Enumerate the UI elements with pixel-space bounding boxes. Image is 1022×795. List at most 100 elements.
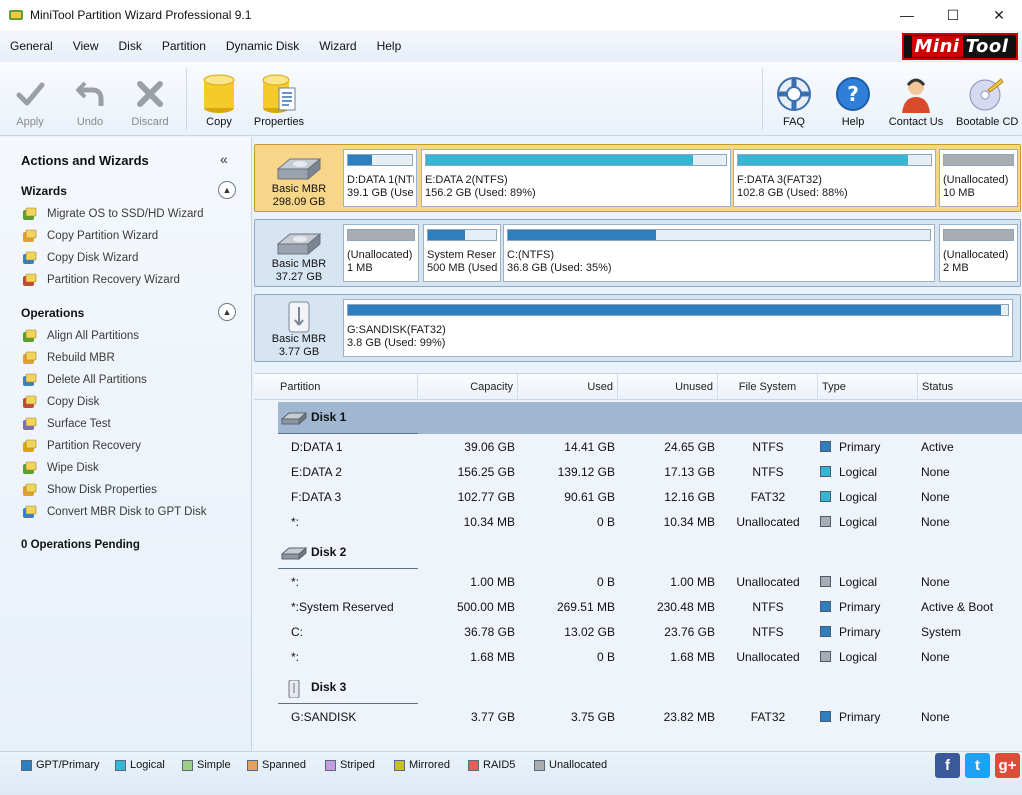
operation-item[interactable]: Wipe Disk (21, 458, 99, 478)
twitter-glyph: t (975, 757, 980, 774)
disk-map-partition[interactable]: E:DATA 2(NTFS) 156.2 GB (Used: 89%) (421, 149, 731, 207)
operation-item[interactable]: Delete All Partitions (21, 370, 147, 390)
wizard-item[interactable]: Migrate OS to SSD/HD Wizard (21, 204, 204, 224)
col-file-system[interactable]: File System (718, 374, 818, 400)
menu-disk[interactable]: Disk (109, 30, 152, 62)
disk-group-row[interactable]: Disk 2 (278, 537, 1022, 569)
disk-map-row[interactable]: Basic MBR 298.09 GB D:DATA 1(NTF 39.1 GB (U… (254, 144, 1021, 212)
help-button[interactable]: ? Help (823, 66, 883, 132)
wizard-item[interactable]: Partition Recovery Wizard (21, 270, 180, 290)
table-row[interactable]: C: 36.78 GB 13.02 GB 23.76 GB NTFS Primary Sys… (254, 620, 1022, 645)
cell-status: None (921, 710, 950, 724)
partition-name: F:DATA 3(FAT32) (737, 174, 822, 186)
disk-map-partition[interactable]: F:DATA 3(FAT32) 102.8 GB (Used: 88%) (733, 149, 936, 207)
partition-usage-text: 500 MB (Used: (427, 262, 498, 274)
operation-item[interactable]: Convert MBR Disk to GPT Disk (21, 502, 207, 522)
table-row[interactable]: E:DATA 2 156.25 GB 139.12 GB 17.13 GB NTFS Lo… (254, 460, 1022, 485)
undo-button[interactable]: Undo (60, 66, 120, 132)
col-unused[interactable]: Unused (618, 374, 718, 400)
cell-type-label: Logical (839, 575, 878, 589)
facebook-icon[interactable]: f (935, 753, 960, 778)
cell-unused: 17.13 GB (664, 465, 715, 479)
col-partition[interactable]: Partition (254, 374, 418, 400)
disk-map-partition[interactable]: (Unallocated) 10 MB (939, 149, 1018, 207)
legend-item: GPT/Primary (21, 759, 100, 771)
table-row[interactable]: F:DATA 3 102.77 GB 90.61 GB 12.16 GB FAT32 Lo… (254, 485, 1022, 510)
table-row[interactable]: D:DATA 1 39.06 GB 14.41 GB 24.65 GB NTFS Prim… (254, 435, 1022, 460)
disk-map-header[interactable]: Basic MBR 37.27 GB (257, 222, 341, 284)
operation-item[interactable]: Surface Test (21, 414, 111, 434)
col-status[interactable]: Status (918, 374, 1022, 400)
partition-usage-text: 102.8 GB (Used: 88%) (737, 187, 848, 199)
table-row[interactable]: G:SANDISK 3.77 GB 3.75 GB 23.82 MB FAT32 Prim… (254, 705, 1022, 730)
menu-bar: General View Disk Partition Dynamic Disk… (0, 30, 1022, 62)
disk-map-type: Basic MBR (271, 258, 327, 270)
toolbar-separator (762, 68, 763, 130)
disk-map-partition[interactable]: System Reser 500 MB (Used: (423, 224, 501, 282)
disk-map-row[interactable]: Basic MBR 37.27 GB (Unallocated) 1 MB System… (254, 219, 1021, 287)
menu-partition[interactable]: Partition (152, 30, 216, 62)
copy-button[interactable]: Copy (189, 66, 249, 132)
operation-item-label: Show Disk Properties (47, 484, 157, 496)
logo-part-tool: Tool (965, 36, 1009, 57)
collapse-panel-button[interactable]: « (220, 151, 228, 167)
contact-us-button[interactable]: Contact Us (886, 66, 946, 132)
operation-item[interactable]: Rebuild MBR (21, 348, 115, 368)
window-title: MiniTool Partition Wizard Professional 9… (30, 8, 252, 22)
properties-button[interactable]: Properties (249, 66, 309, 132)
apply-button[interactable]: Apply (0, 66, 60, 132)
wizard-item[interactable]: Copy Disk Wizard (21, 248, 138, 268)
wizard-item[interactable]: Copy Partition Wizard (21, 226, 158, 246)
faq-button[interactable]: FAQ (764, 66, 824, 132)
disk-map-header[interactable]: Basic MBR 298.09 GB (257, 147, 341, 209)
partition-type-swatch (820, 601, 831, 612)
disk-map-partition[interactable]: (Unallocated) 2 MB (939, 224, 1018, 282)
menu-dynamic-disk[interactable]: Dynamic Disk (216, 30, 309, 62)
google-plus-icon[interactable]: g+ (995, 753, 1020, 778)
partition-usage-bar (943, 154, 1014, 166)
wizard-item-icon (21, 228, 37, 244)
operation-item[interactable]: Show Disk Properties (21, 480, 157, 500)
discard-button[interactable]: Discard (120, 66, 180, 132)
menu-general[interactable]: General (0, 30, 63, 62)
disk-group-row[interactable]: Disk 3 (278, 672, 1022, 704)
legend-swatch (468, 759, 479, 771)
table-row[interactable]: *:System Reserved 500.00 MB 269.51 MB 230.4… (254, 595, 1022, 620)
disk-group-row[interactable]: Disk 1 (278, 402, 1022, 434)
disk-group-label: Disk 3 (311, 680, 347, 694)
disk-map-partition[interactable]: (Unallocated) 1 MB (343, 224, 419, 282)
operation-item[interactable]: Align All Partitions (21, 326, 139, 346)
bootable-cd-button[interactable]: Bootable CD (956, 66, 1018, 132)
toolbar-separator (186, 68, 187, 130)
menu-help[interactable]: Help (367, 30, 412, 62)
col-type[interactable]: Type (818, 374, 918, 400)
col-used[interactable]: Used (518, 374, 618, 400)
col-capacity[interactable]: Capacity (418, 374, 518, 400)
legend-item: RAID5 (468, 759, 515, 771)
disk-map-row[interactable]: Basic MBR 3.77 GB G:SANDISK(FAT32) 3.8 GB (… (254, 294, 1021, 362)
table-row[interactable]: *: 10.34 MB 0 B 10.34 MB Unallocated Logical N… (254, 510, 1022, 535)
table-row[interactable]: *: 1.68 MB 0 B 1.68 MB Unallocated Logical Non… (254, 645, 1022, 670)
disk-map-partition[interactable]: C:(NTFS) 36.8 GB (Used: 35%) (503, 224, 935, 282)
disk-map-partition[interactable]: D:DATA 1(NTF 39.1 GB (Usec (343, 149, 417, 207)
disk-map-partition[interactable]: G:SANDISK(FAT32) 3.8 GB (Used: 99%) (343, 299, 1013, 357)
operation-item[interactable]: Partition Recovery (21, 436, 141, 456)
operation-item[interactable]: Copy Disk (21, 392, 99, 412)
wizards-collapse-icon[interactable]: ▲ (218, 181, 236, 199)
disk-map-header[interactable]: Basic MBR 3.77 GB (257, 297, 341, 359)
cell-partition: F:DATA 3 (291, 490, 342, 504)
cell-unused: 23.82 MB (663, 710, 715, 724)
cell-capacity: 1.68 MB (470, 650, 515, 664)
table-row[interactable]: *: 1.00 MB 0 B 1.00 MB Unallocated Logical Non… (254, 570, 1022, 595)
close-button[interactable]: ✕ (976, 0, 1022, 30)
twitter-icon[interactable]: t (965, 753, 990, 778)
maximize-button[interactable]: ☐ (930, 0, 976, 30)
menu-wizard[interactable]: Wizard (309, 30, 366, 62)
cell-used: 3.75 GB (570, 710, 615, 724)
minitool-logo: Mini Tool (902, 33, 1018, 60)
menu-view[interactable]: View (63, 30, 109, 62)
partition-name: G:SANDISK(FAT32) (347, 324, 446, 336)
disk-map-size: 37.27 GB (275, 271, 323, 283)
minimize-button[interactable]: — (884, 0, 930, 30)
operations-collapse-icon[interactable]: ▲ (218, 303, 236, 321)
